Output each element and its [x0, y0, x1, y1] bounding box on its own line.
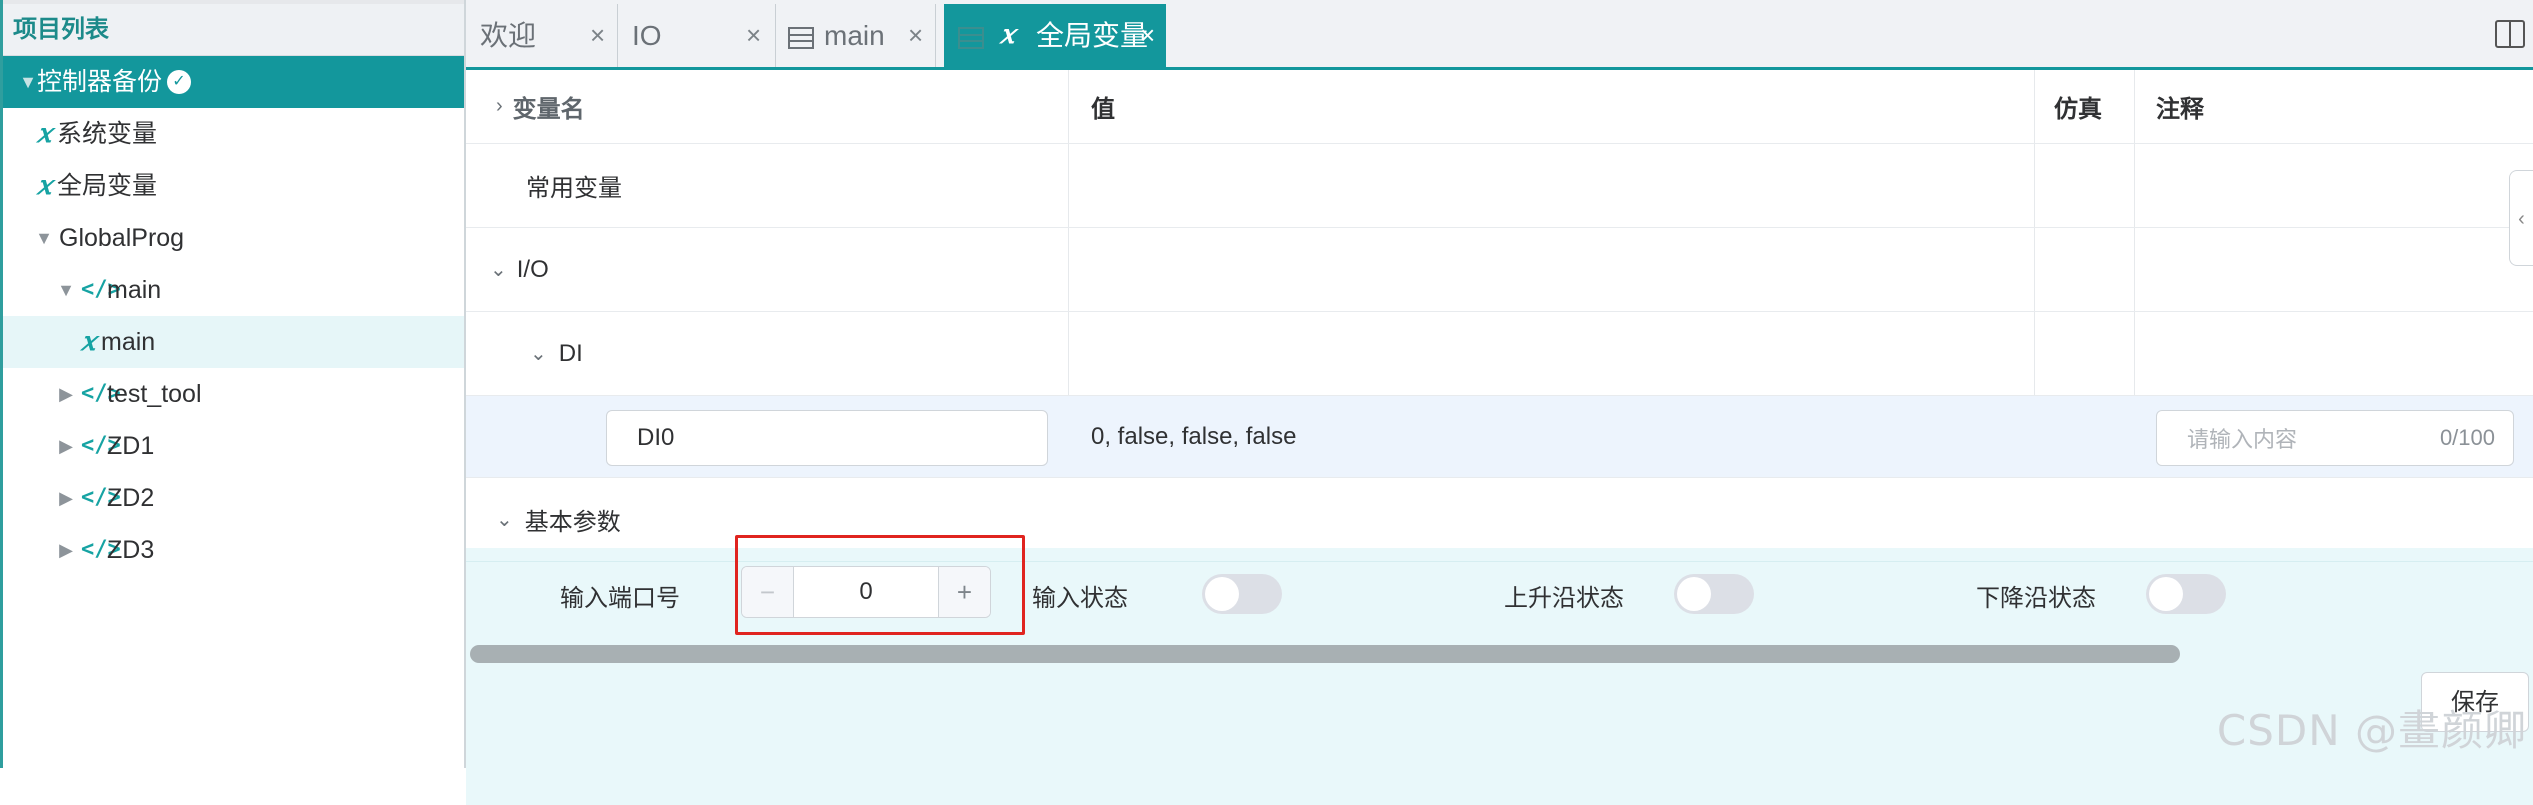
tree-item-zd2[interactable]: ▶ </> ZD2 [3, 472, 464, 524]
project-tree: ▼ 控制器备份 ✓ 𝑥 系统变量 𝑥 全局变量 ▼ GlobalProg ▼ <… [3, 56, 464, 576]
tab-bar: 欢迎 × IO × main × 𝑥 全局变量 × [466, 0, 2533, 70]
table-row[interactable]: 常用变量 [466, 144, 2533, 228]
row-label: DI [558, 339, 583, 367]
tree-item-system-vars[interactable]: 𝑥 系统变量 [3, 108, 464, 160]
tab-label: 欢迎 [480, 20, 537, 51]
table-icon [788, 4, 814, 67]
tree-item-main-program[interactable]: ▼ </> main [3, 264, 464, 316]
header-sim: 仿真 [2054, 96, 2102, 123]
char-counter: 0/100 [2439, 425, 2495, 450]
io-row-label: ⌄ I/O [490, 228, 549, 311]
tree-item-main-vars[interactable]: 𝑥 main [3, 316, 464, 368]
tree-item-label: 全局变量 [57, 172, 158, 200]
di0-name-text: DI0 [637, 424, 675, 451]
variables-table: › 变量名 值 仿真 注释 常用变量 ⌄ I/O ⌄ DI 0, false, … [466, 70, 2533, 805]
sidebar-title: 项目列表 [3, 4, 464, 56]
rising-edge-label: 上升沿状态 [1504, 585, 1624, 612]
header-name-cell: › 变量名 [496, 70, 585, 143]
falling-edge-label: 下降沿状态 [1976, 585, 2096, 612]
port-number-label: 输入端口号 [560, 585, 680, 612]
caret-right-icon[interactable]: ▶ [55, 472, 77, 524]
comment-placeholder: 请输入内容 [2187, 427, 2298, 452]
header-name: 变量名 [512, 96, 585, 123]
tab-welcome[interactable]: 欢迎 × [466, 4, 618, 67]
tab-label: 全局变量 [1036, 20, 1149, 51]
split-view-icon[interactable] [2495, 20, 2525, 48]
tree-item-zd1[interactable]: ▶ </> ZD1 [3, 420, 464, 472]
input-state-toggle[interactable] [1202, 574, 1282, 614]
tree-item-label: ZD1 [107, 432, 155, 460]
tree-item-label: 控制器备份 [37, 68, 163, 96]
table-row[interactable]: ⌄ DI [466, 312, 2533, 396]
params-section-title-cell: ⌄ 基本参数 [496, 478, 621, 561]
close-icon[interactable]: × [746, 4, 761, 67]
tree-item-label: 系统变量 [57, 120, 158, 148]
csdn-watermark: CSDN @畫颜卿 [2216, 706, 2527, 755]
tab-global-vars[interactable]: 𝑥 全局变量 × [944, 4, 1166, 67]
tree-item-global-vars[interactable]: 𝑥 全局变量 [3, 160, 464, 212]
tab-main[interactable]: main × [776, 4, 936, 67]
check-circle-icon: ✓ [167, 70, 191, 94]
variable-icon: 𝑥 [81, 327, 96, 357]
highlight-annotation [735, 535, 1025, 635]
main-panel: 欢迎 × IO × main × 𝑥 全局变量 × › 变量名 值 仿真 注释 … [466, 0, 2533, 805]
caret-down-icon[interactable]: ▼ [55, 264, 77, 316]
di0-comment-input[interactable]: 请输入内容 0/100 [2156, 410, 2514, 466]
di0-name-input[interactable]: DI0 [606, 410, 1048, 466]
caret-right-icon[interactable]: ▶ [55, 368, 77, 420]
row-label: I/O [516, 255, 549, 283]
caret-right-icon[interactable]: ▶ [55, 524, 77, 576]
tree-item-test-tool[interactable]: ▶ </> test_tool [3, 368, 464, 420]
tree-item-controller-backup[interactable]: ▼ 控制器备份 ✓ [3, 56, 464, 108]
caret-right-icon[interactable]: ▶ [55, 420, 77, 472]
tree-item-label: main [107, 276, 162, 304]
tree-item-zd3[interactable]: ▶ </> ZD3 [3, 524, 464, 576]
table-header: › 变量名 值 仿真 注释 [466, 70, 2533, 144]
tree-item-label: GlobalProg [59, 224, 185, 252]
tree-item-globalprog[interactable]: ▼ GlobalProg [3, 212, 464, 264]
table-row[interactable]: ⌄ I/O [466, 228, 2533, 312]
caret-down-icon[interactable]: ▼ [17, 56, 39, 108]
close-icon[interactable]: × [908, 4, 923, 67]
tab-label: IO [632, 20, 662, 51]
rising-edge-toggle[interactable] [1674, 574, 1754, 614]
tree-item-label: main [101, 328, 156, 356]
tree-item-label: test_tool [107, 380, 202, 408]
variable-icon: 𝑥 [37, 119, 52, 149]
tree-item-label: ZD3 [107, 536, 155, 564]
close-icon[interactable]: × [590, 4, 605, 67]
collapse-panel-icon[interactable]: ‹ [2509, 170, 2533, 266]
chevron-down-icon[interactable]: ⌄ [496, 507, 513, 532]
chevron-down-icon[interactable]: ⌄ [490, 257, 507, 282]
close-icon[interactable]: × [1140, 4, 1155, 67]
tree-item-label: ZD2 [107, 484, 155, 512]
variable-icon: 𝑥 [1000, 20, 1015, 50]
header-comment: 注释 [2156, 96, 2204, 123]
falling-edge-toggle[interactable] [2146, 574, 2226, 614]
input-state-label: 输入状态 [1032, 585, 1128, 612]
tab-io[interactable]: IO × [618, 4, 776, 67]
chevron-right-icon[interactable]: › [496, 95, 503, 118]
tab-label: main [824, 20, 885, 51]
di-row-label: ⌄ DI [530, 312, 583, 395]
di0-value: 0, false, false, false [1091, 422, 1297, 450]
header-value: 值 [1091, 96, 1115, 123]
chevron-down-icon[interactable]: ⌄ [530, 341, 547, 366]
variable-icon: 𝑥 [37, 171, 52, 201]
horizontal-scrollbar[interactable] [470, 645, 2180, 663]
project-sidebar: 项目列表 ▼ 控制器备份 ✓ 𝑥 系统变量 𝑥 全局变量 ▼ GlobalPro… [0, 0, 466, 768]
row-label: 常用变量 [526, 175, 622, 202]
caret-down-icon[interactable]: ▼ [33, 212, 55, 264]
params-section-title: 基本参数 [524, 509, 621, 536]
table-icon [958, 4, 984, 67]
